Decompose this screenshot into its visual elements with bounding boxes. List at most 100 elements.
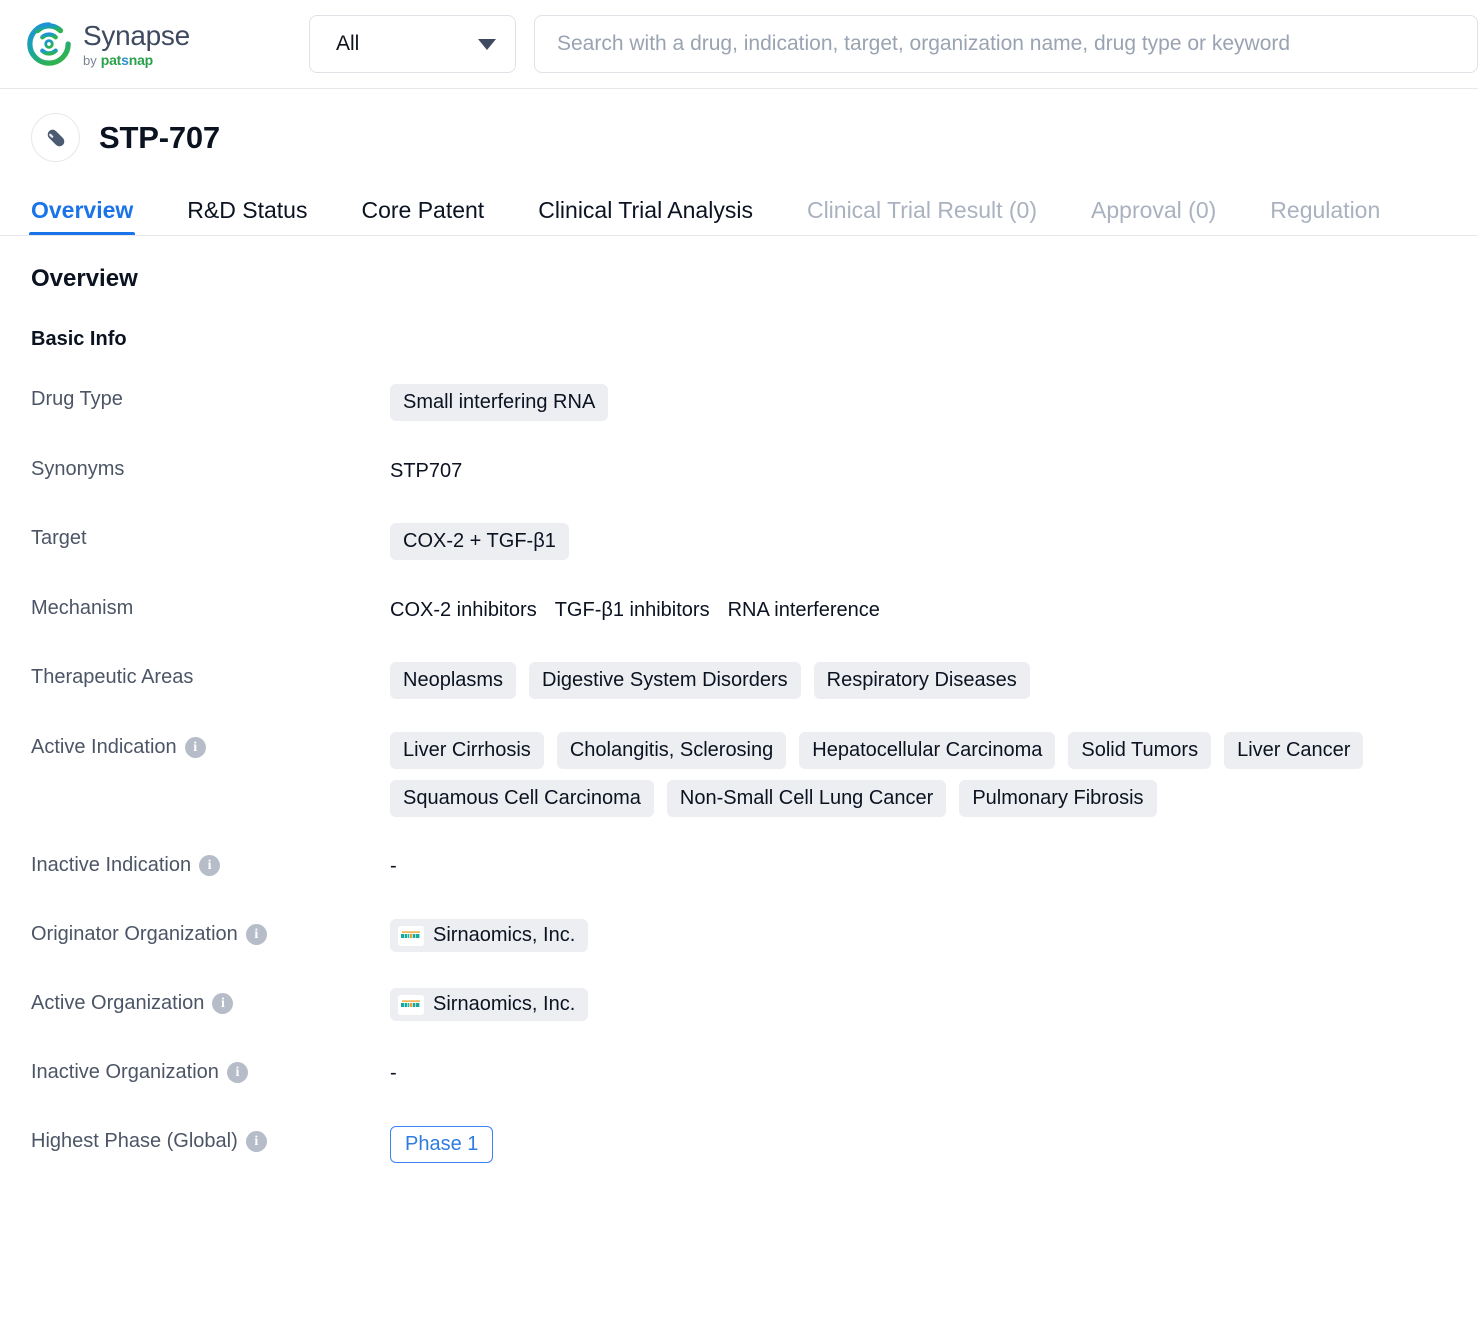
top-bar: Synapse by patsnap All bbox=[0, 0, 1478, 89]
text-inactive-organization: - bbox=[390, 1062, 397, 1084]
label-active-indication: Active Indication i bbox=[31, 732, 390, 759]
info-icon[interactable]: i bbox=[184, 737, 206, 758]
chip-active-indication[interactable]: Liver Cancer bbox=[1224, 732, 1364, 769]
brand-name: Synapse bbox=[83, 19, 190, 51]
label-inactive-indication: Inactive Indication i bbox=[31, 850, 390, 877]
chip-therapeutic-area[interactable]: Respiratory Diseases bbox=[813, 662, 1030, 699]
chip-originator-organization[interactable]: Sirnaomics, Inc. bbox=[390, 919, 589, 952]
brand-by: by bbox=[83, 52, 97, 68]
brand-patsnap-part1: pat bbox=[100, 51, 122, 68]
search-input[interactable] bbox=[555, 31, 1457, 57]
label-inactive-organization: Inactive Organization i bbox=[31, 1057, 390, 1084]
label-mechanism: Mechanism bbox=[31, 593, 390, 620]
label-drug-type: Drug Type bbox=[31, 384, 390, 411]
status-badge[interactable]: Phase 1 bbox=[390, 1126, 494, 1163]
chip-active-indication[interactable]: Non-Small Cell Lung Cancer bbox=[666, 780, 947, 817]
chip-therapeutic-area[interactable]: Digestive System Disorders bbox=[529, 662, 801, 699]
label-highest-phase-text: Highest Phase (Global) bbox=[31, 1130, 238, 1152]
originator-organization-name: Sirnaomics, Inc. bbox=[433, 924, 576, 946]
label-target-text: Target bbox=[31, 527, 87, 549]
row-synonyms: Synonyms STP707 bbox=[31, 454, 1478, 490]
text-synonyms: STP707 bbox=[390, 460, 463, 482]
tab-clinical-trial-result[interactable]: Clinical Trial Result (0) bbox=[807, 199, 1037, 235]
tab-approval[interactable]: Approval (0) bbox=[1091, 199, 1216, 235]
row-therapeutic-areas: Therapeutic Areas Neoplasms Digestive Sy… bbox=[31, 662, 1478, 699]
search-scope-select[interactable]: All bbox=[309, 15, 516, 73]
chip-active-indication[interactable]: Pulmonary Fibrosis bbox=[959, 780, 1157, 817]
tab-overview[interactable]: Overview bbox=[28, 199, 136, 235]
value-drug-type: Small interfering RNA bbox=[390, 384, 1478, 421]
label-highest-phase: Highest Phase (Global) i bbox=[31, 1126, 390, 1153]
row-drug-type: Drug Type Small interfering RNA bbox=[31, 384, 1478, 421]
synapse-circular-logo bbox=[26, 21, 72, 67]
label-therapeutic-areas: Therapeutic Areas bbox=[31, 662, 390, 689]
label-inactive-indication-text: Inactive Indication bbox=[31, 854, 192, 876]
label-drug-type-text: Drug Type bbox=[31, 388, 123, 410]
chip-active-organization[interactable]: Sirnaomics, Inc. bbox=[390, 988, 589, 1021]
info-icon[interactable]: i bbox=[245, 1131, 267, 1152]
search-box[interactable] bbox=[534, 15, 1478, 73]
tab-clinical-trial-analysis[interactable]: Clinical Trial Analysis bbox=[538, 199, 753, 235]
label-active-organization-text: Active Organization bbox=[31, 992, 205, 1014]
chip-active-indication[interactable]: Squamous Cell Carcinoma bbox=[390, 780, 654, 817]
overview-content: Overview Basic Info Drug Type Small inte… bbox=[0, 236, 1478, 1163]
info-icon[interactable]: i bbox=[245, 924, 267, 945]
label-mechanism-text: Mechanism bbox=[31, 597, 134, 619]
brand[interactable]: Synapse by patsnap bbox=[26, 21, 258, 67]
label-synonyms-text: Synonyms bbox=[31, 458, 125, 480]
chip-therapeutic-area[interactable]: Neoplasms bbox=[390, 662, 517, 699]
overview-heading: Overview bbox=[31, 265, 138, 292]
chevron-down-icon bbox=[478, 38, 496, 50]
brand-patsnap-part2: s bbox=[121, 51, 129, 68]
row-highest-phase: Highest Phase (Global) i Phase 1 bbox=[31, 1126, 1478, 1163]
chip-drug-type[interactable]: Small interfering RNA bbox=[390, 384, 609, 421]
chip-active-indication[interactable]: Hepatocellular Carcinoma bbox=[799, 732, 1056, 769]
label-active-organization: Active Organization i bbox=[31, 988, 390, 1015]
value-therapeutic-areas: Neoplasms Digestive System Disorders Res… bbox=[390, 662, 1478, 699]
value-originator-organization: Sirnaomics, Inc. bbox=[390, 919, 1478, 952]
value-synonyms: STP707 bbox=[390, 454, 1478, 483]
chip-active-indication[interactable]: Liver Cirrhosis bbox=[390, 732, 544, 769]
chip-target[interactable]: COX-2 + TGF-β1 bbox=[390, 523, 569, 560]
mechanism-item[interactable]: RNA interference bbox=[728, 593, 880, 622]
label-inactive-organization-text: Inactive Organization bbox=[31, 1061, 219, 1083]
sirnaomics-logo bbox=[398, 925, 424, 946]
label-synonyms: Synonyms bbox=[31, 454, 390, 481]
text-inactive-indication: - bbox=[390, 855, 397, 877]
mechanism-item[interactable]: COX-2 inhibitors bbox=[390, 593, 537, 622]
brand-patsnap-part3: nap bbox=[128, 51, 154, 68]
label-originator-organization-text: Originator Organization bbox=[31, 923, 238, 945]
row-mechanism: Mechanism COX-2 inhibitors TGF-β1 inhibi… bbox=[31, 593, 1478, 629]
mechanism-item[interactable]: TGF-β1 inhibitors bbox=[555, 593, 710, 622]
search-scope-value: All bbox=[336, 32, 360, 55]
tab-regulation[interactable]: Regulation bbox=[1270, 199, 1380, 235]
label-originator-organization: Originator Organization i bbox=[31, 919, 390, 946]
info-icon[interactable]: i bbox=[226, 1062, 248, 1083]
row-target: Target COX-2 + TGF-β1 bbox=[31, 523, 1478, 560]
chip-active-indication[interactable]: Solid Tumors bbox=[1068, 732, 1212, 769]
value-inactive-organization: - bbox=[390, 1057, 1478, 1085]
row-originator-organization: Originator Organization i Sirnaomics, In… bbox=[31, 919, 1478, 955]
label-active-indication-text: Active Indication bbox=[31, 736, 177, 758]
basic-info-heading: Basic Info bbox=[31, 328, 127, 350]
info-icon[interactable]: i bbox=[199, 855, 221, 876]
page-title: STP-707 bbox=[99, 119, 220, 155]
row-inactive-indication: Inactive Indication i - bbox=[31, 850, 1478, 886]
value-target: COX-2 + TGF-β1 bbox=[390, 523, 1478, 560]
row-active-organization: Active Organization i Sirnaomics, Inc. bbox=[31, 988, 1478, 1024]
drug-header: STP-707 bbox=[0, 89, 1478, 182]
value-active-indication: Liver Cirrhosis Cholangitis, Sclerosing … bbox=[390, 732, 1478, 817]
tab-core-patent[interactable]: Core Patent bbox=[361, 199, 484, 235]
active-organization-name: Sirnaomics, Inc. bbox=[433, 993, 576, 1015]
chip-active-indication[interactable]: Cholangitis, Sclerosing bbox=[556, 732, 787, 769]
tab-bar: Overview R&D Status Core Patent Clinical… bbox=[0, 182, 1478, 236]
info-icon[interactable]: i bbox=[212, 993, 234, 1014]
value-inactive-indication: - bbox=[390, 850, 1478, 878]
label-therapeutic-areas-text: Therapeutic Areas bbox=[31, 666, 194, 688]
sirnaomics-logo bbox=[398, 994, 424, 1015]
value-highest-phase: Phase 1 bbox=[390, 1126, 1478, 1163]
pill-capsule-icon bbox=[31, 113, 80, 162]
tab-rd-status[interactable]: R&D Status bbox=[187, 199, 307, 235]
value-mechanism: COX-2 inhibitors TGF-β1 inhibitors RNA i… bbox=[390, 593, 1478, 622]
row-inactive-organization: Inactive Organization i - bbox=[31, 1057, 1478, 1093]
